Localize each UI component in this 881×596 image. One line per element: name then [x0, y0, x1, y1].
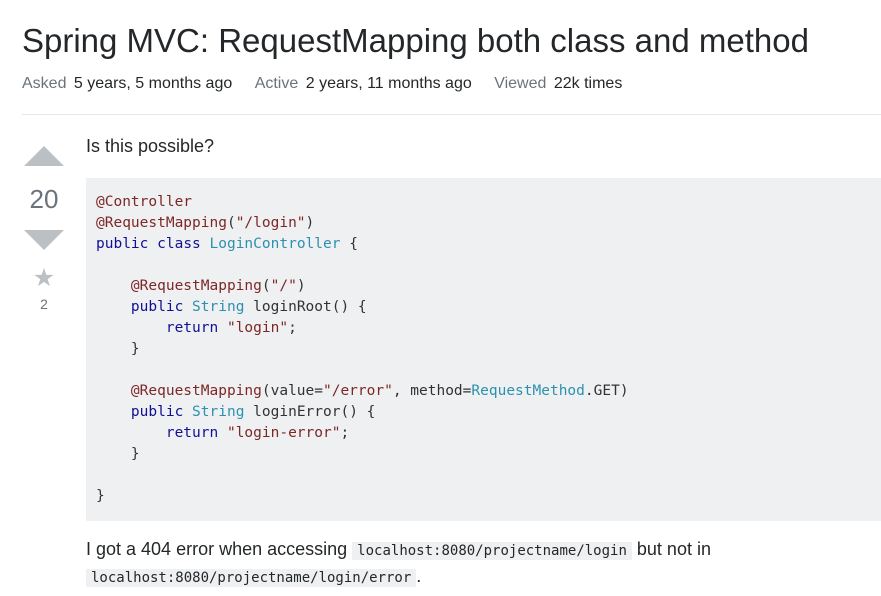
asked-value[interactable]: 5 years, 5 months ago — [74, 75, 232, 92]
active-label: Active — [254, 75, 299, 92]
outro-text-after: . — [416, 566, 422, 586]
active-value[interactable]: 2 years, 11 months ago — [306, 75, 472, 92]
viewed-value: 22k times — [553, 75, 623, 92]
active-info: Active 2 years, 11 months ago — [255, 75, 477, 92]
question-meta: Asked 5 years, 5 months ago Active 2 yea… — [22, 74, 640, 94]
viewed-label: Viewed — [494, 75, 547, 92]
upvote-arrow-icon[interactable] — [24, 146, 64, 166]
question-intro: Is this possible? — [86, 136, 215, 156]
question-outro: I got a 404 error when accessing localho… — [86, 537, 881, 591]
favorite-count: 2 — [40, 296, 48, 312]
outro-text-middle: but not in — [636, 539, 711, 559]
viewed-info: Viewed 22k times — [494, 75, 622, 92]
header-divider — [22, 114, 881, 115]
question-title[interactable]: Spring MVC: RequestMapping both class an… — [22, 20, 809, 62]
asked-info: Asked 5 years, 5 months ago — [22, 75, 237, 92]
inline-code-error-url: localhost:8080/projectname/login/error — [86, 569, 417, 587]
favorite-star-icon[interactable]: ★ — [20, 264, 68, 292]
vote-cell: 20 ★ 2 — [20, 146, 68, 312]
vote-count: 20 — [29, 184, 59, 214]
question-body: Is this possible? @Controller @RequestMa… — [86, 134, 881, 591]
asked-label: Asked — [22, 75, 67, 92]
downvote-arrow-icon[interactable] — [24, 230, 64, 250]
code-block: @Controller @RequestMapping("/login") pu… — [86, 178, 881, 521]
inline-code-login-url: localhost:8080/projectname/login — [352, 542, 632, 560]
outro-text-before: I got a 404 error when accessing — [86, 539, 348, 559]
